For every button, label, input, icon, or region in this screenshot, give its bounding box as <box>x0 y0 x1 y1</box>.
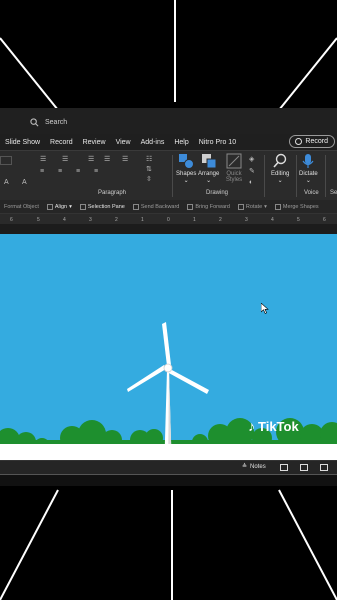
menu-slide-show[interactable]: Slide Show <box>0 139 45 146</box>
format-object-button[interactable]: Format Object <box>0 204 43 210</box>
decrease-indent-icon[interactable]: ☰ <box>88 155 94 163</box>
title-bar: Search <box>0 108 337 134</box>
divider <box>264 155 265 197</box>
menu-record[interactable]: Record <box>45 139 78 146</box>
ruler-tick: 1 <box>141 217 144 223</box>
group-voice: Voice <box>304 190 319 196</box>
shape-effects-icon[interactable]: ◐ <box>249 179 253 186</box>
align-left-icon[interactable]: ≡ <box>40 168 44 175</box>
chevron-down-icon: ⌄ <box>305 178 311 184</box>
group-paragraph: Paragraph <box>98 190 127 196</box>
font-size-box[interactable] <box>0 156 12 165</box>
shape-outline-icon[interactable]: ✎ <box>249 167 255 175</box>
text-direction-icon[interactable]: ⇅ <box>146 165 152 173</box>
ruler-tick: 5 <box>297 217 300 223</box>
chevron-down-icon: ⌄ <box>277 178 283 184</box>
ruler-tick: 3 <box>245 217 248 223</box>
horizontal-ruler: 6 5 4 3 2 1 0 1 2 3 4 5 6 <box>0 214 337 224</box>
notes-label: Notes <box>250 463 266 470</box>
tiktok-watermark: ♪ TikTok <box>248 418 299 434</box>
ruler-tick: 5 <box>37 217 40 223</box>
selection-pane-button[interactable]: Selection Pane <box>76 203 129 210</box>
menu-nitro-pro[interactable]: Nitro Pro 10 <box>194 139 241 146</box>
align-right-icon[interactable]: ≡ <box>76 168 80 175</box>
dictate-button[interactable]: Dictate ⌄ <box>299 153 318 184</box>
canvas-margin <box>0 224 337 234</box>
record-button-label: Record <box>305 138 328 145</box>
selection-pane-icon <box>79 203 86 210</box>
columns-icon[interactable]: ☷ <box>146 155 152 163</box>
mouse-cursor-icon <box>261 303 269 314</box>
divider <box>172 155 173 197</box>
group-partial: Se <box>330 190 337 196</box>
justify-icon[interactable]: ≡ <box>94 168 98 175</box>
record-icon <box>295 138 303 145</box>
line-spacing-icon[interactable]: ☰ <box>122 155 128 163</box>
tiktok-handle: @alicacasab <box>256 448 302 457</box>
reading-view-icon[interactable] <box>320 464 328 471</box>
menu-view[interactable]: View <box>111 139 136 146</box>
search-box[interactable]: Search <box>30 114 290 130</box>
merge-shapes-button[interactable]: Merge Shapes <box>271 203 323 210</box>
notes-button[interactable]: ≜ Notes <box>242 463 266 471</box>
merge-shapes-icon <box>274 203 281 210</box>
clear-format-icon[interactable]: A <box>22 179 27 186</box>
quick-styles-icon <box>226 153 242 169</box>
font-color-icon[interactable]: A <box>4 179 9 186</box>
shapes-button[interactable]: Shapes ⌄ <box>176 153 196 184</box>
bullets-icon[interactable]: ☰ <box>40 155 46 163</box>
align-button[interactable]: Align ▾ <box>43 203 76 210</box>
tiktok-logo-icon: ♪ <box>248 418 255 434</box>
shape-fill-icon[interactable]: ◈ <box>249 155 254 163</box>
divider <box>296 155 297 197</box>
quick-access-toolbar: Format Object Align ▾ Selection Pane Send… <box>0 200 337 214</box>
ruler-tick: 3 <box>89 217 92 223</box>
rotate-icon <box>237 203 244 210</box>
microphone-icon <box>302 154 314 168</box>
editing-button[interactable]: Editing ⌄ <box>271 153 289 184</box>
align-icon <box>46 203 53 210</box>
align-text-icon[interactable]: ⇳ <box>146 175 152 183</box>
bring-forward-button[interactable]: Bring Forward <box>183 203 234 210</box>
increase-indent-icon[interactable]: ☰ <box>104 155 110 163</box>
ruler-tick: 4 <box>63 217 66 223</box>
rotate-button[interactable]: Rotate ▾ <box>234 203 271 210</box>
status-bar: ≜ Notes <box>0 460 337 474</box>
taskbar-edge <box>0 474 337 486</box>
ruler-tick: 2 <box>115 217 118 223</box>
notes-icon: ≜ <box>242 464 248 470</box>
arrange-icon <box>201 154 217 169</box>
send-backward-button[interactable]: Send Backward <box>129 203 184 210</box>
menu-review[interactable]: Review <box>78 139 111 146</box>
record-button[interactable]: Record <box>289 135 335 148</box>
bring-forward-icon <box>187 203 194 210</box>
arrange-button[interactable]: Arrange ⌄ <box>198 153 219 184</box>
ruler-tick: 6 <box>10 217 13 223</box>
ruler-tick: 4 <box>271 217 274 223</box>
normal-view-icon[interactable] <box>280 464 288 471</box>
divider <box>325 155 326 197</box>
menu-bar: Slide Show Record Review View Add-ins He… <box>0 134 337 150</box>
chevron-down-icon: ⌄ <box>183 178 189 184</box>
slide-sorter-icon[interactable] <box>300 464 308 471</box>
ruler-tick: 1 <box>193 217 196 223</box>
chevron-down-icon: ⌄ <box>206 178 212 184</box>
tiktok-brand: TikTok <box>258 418 299 434</box>
ruler-tick: 6 <box>323 217 326 223</box>
menu-add-ins[interactable]: Add-ins <box>136 139 170 146</box>
search-placeholder: Search <box>45 118 68 126</box>
ribbon: ☰ ☰ ☰ ☰ ☰ ☷ ⇅ ⇳ ≡ ≡ ≡ ≡ A A Paragraph Sh… <box>0 150 337 200</box>
quick-styles-button[interactable]: Quick Styles <box>222 153 246 183</box>
send-backward-icon <box>132 203 139 210</box>
shapes-icon <box>179 154 195 169</box>
ruler-tick: 0 <box>167 217 170 223</box>
search-icon <box>30 117 39 126</box>
ruler-tick: 2 <box>219 217 222 223</box>
quick-styles-label: Quick Styles <box>225 171 243 183</box>
center-icon[interactable]: ≡ <box>58 168 62 175</box>
group-drawing: Drawing <box>206 190 229 196</box>
numbering-icon[interactable]: ☰ <box>62 155 68 163</box>
menu-help[interactable]: Help <box>169 139 193 146</box>
find-icon <box>273 153 287 168</box>
